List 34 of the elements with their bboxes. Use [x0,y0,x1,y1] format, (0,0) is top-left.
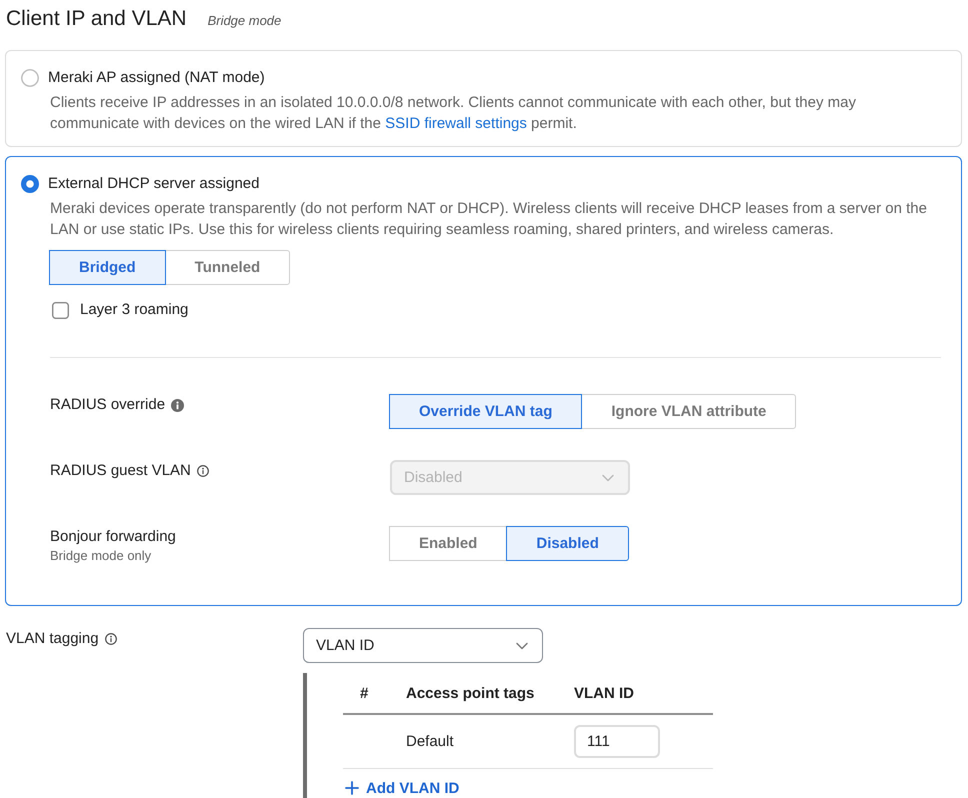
plus-icon [345,781,359,795]
setting-label: Bonjour forwarding [50,527,176,547]
section-subtitle: Bridge mode [208,13,282,28]
table-cell-text: Default [405,733,454,750]
segment-option[interactable]: Ignore VLAN attribute [581,394,796,429]
info-icon[interactable] [104,633,117,645]
setting-hint: Bridge mode only [50,547,152,565]
setting-label: VLAN tagging [6,629,99,649]
column-header: Access point tags [405,684,534,702]
info-icon[interactable] [171,398,184,412]
column-header: VLAN ID [573,684,634,702]
setting-label: RADIUS guest VLAN [50,461,191,481]
vlan-id-input[interactable]: 111 [574,725,660,758]
column-header: # [359,684,368,702]
checkbox[interactable] [52,302,69,318]
option-label: External DHCP server assigned [48,174,260,194]
checkbox-label: Layer 3 roaming [80,300,188,320]
radio-button[interactable] [21,175,39,193]
segment-option[interactable]: Override VLAN tag [389,394,582,429]
chevron-down-icon [602,474,614,482]
segment-option[interactable]: Tunneled [164,250,290,285]
segment-option[interactable]: Disabled [506,526,629,561]
firewall-settings-link[interactable]: SSID firewall settings [385,115,527,132]
add-vlan-button[interactable]: Add VLAN ID [343,778,460,798]
setting-label: RADIUS override [50,395,166,415]
section-title: Client IP and VLAN [6,7,187,31]
option-label: Meraki AP assigned (NAT mode) [48,68,265,88]
chevron-down-icon [516,642,528,650]
dropdown[interactable]: VLAN ID [303,628,543,663]
option-description: Clients receive IP addresses in an isolated 10.0.0.0/8 network. Clients cannot communicate with each other, but they may communicate with devices on the wired LAN if the SSID firewall settings permit. [50,93,857,134]
segment-option[interactable]: Enabled [389,526,508,561]
segment-option[interactable]: Bridged [49,250,166,285]
radio-button[interactable] [21,69,39,87]
option-description: Meraki devices operate transparently (do not perform NAT or DHCP). Wireless clients will receive DHCP leases from a server on the LAN or use static IPs. Use this for wireless clients requiring seamless roaming, shared printers, and wireless cameras. [50,199,928,240]
